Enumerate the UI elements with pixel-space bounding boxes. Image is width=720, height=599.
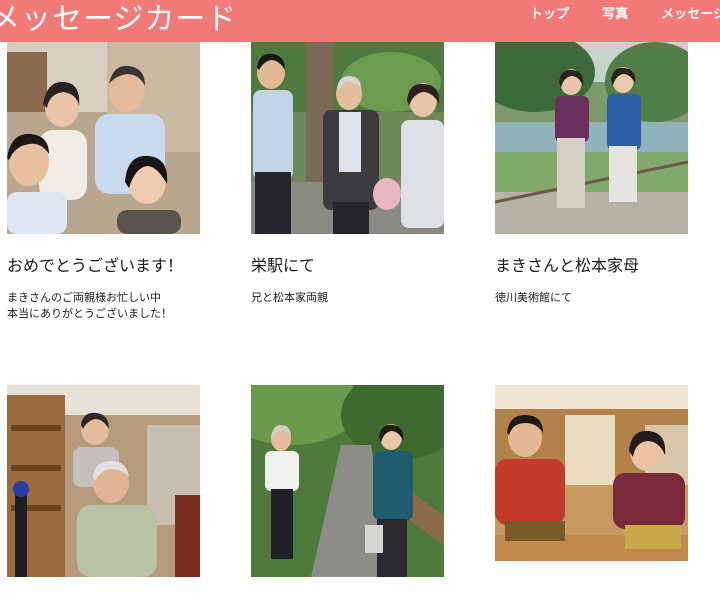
restaurant-photo (495, 385, 688, 577)
nav-link-photos[interactable]: 写真 (602, 6, 628, 24)
card-title: 栄駅にて (251, 256, 316, 275)
nav-link-top[interactable]: トップ (530, 6, 569, 24)
card-title: まきさんと松本家母 (495, 256, 640, 275)
photo-card (495, 385, 715, 599)
shop-interior-photo (7, 385, 200, 577)
family-group-photo (7, 42, 200, 234)
card-text: 兄と松本家両親 (251, 291, 328, 304)
photo-card: まきさんと松本家母 徳川美術館にて (495, 42, 715, 306)
station-group-photo (251, 42, 444, 234)
card-photo[interactable] (251, 385, 444, 577)
card-text: 徳川美術館にて (495, 291, 572, 304)
site-title[interactable]: メッセージカード (0, 0, 237, 40)
card-text: まきさんのご両親様お忙しい中 本当にありがとうございました！ (7, 291, 172, 320)
card-photo[interactable] (495, 42, 688, 234)
card-photo[interactable] (251, 42, 444, 234)
card-photo[interactable] (495, 385, 688, 577)
photo-card: 栄駅にて 兄と松本家両親 (251, 42, 471, 306)
photo-card (251, 385, 471, 599)
garden-photo (495, 42, 688, 234)
park-path-photo (251, 385, 444, 577)
photo-card: おめでとうございます！ まきさんのご両親様お忙しい中 本当にありがとうございまし… (7, 42, 227, 322)
nav-link-messages[interactable]: メッセージ (661, 6, 720, 24)
main-nav: トップ 写真 メッセージ (530, 3, 720, 24)
card-photo[interactable] (7, 42, 200, 234)
site-header: メッセージカード トップ 写真 メッセージ (0, 0, 720, 42)
card-title: おめでとうございます！ (7, 256, 184, 275)
photo-card (7, 385, 227, 599)
card-photo[interactable] (7, 385, 200, 577)
